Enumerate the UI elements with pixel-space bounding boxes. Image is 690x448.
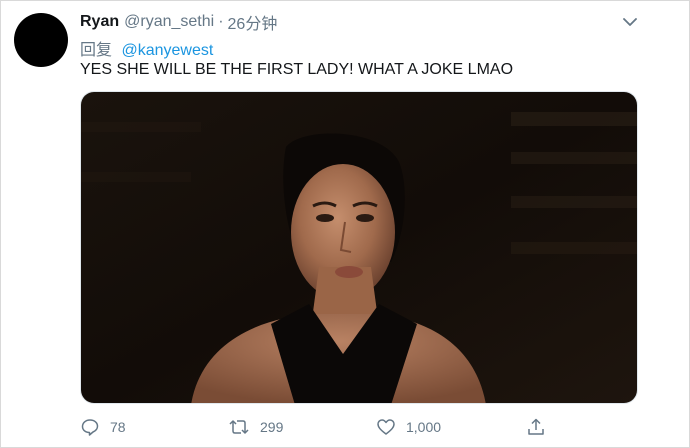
replying-to: 回复 @kanyewest [80, 36, 213, 60]
separator-dot: · [218, 13, 224, 30]
tweet-card: Ryan @ryan_sethi · 26分钟 回复 @kanyewest YE… [0, 0, 690, 448]
share-upload-icon [526, 417, 546, 437]
like-button[interactable]: 1,000 [376, 413, 441, 441]
mention-link[interactable]: @kanyewest [121, 42, 213, 59]
tweet-timestamp[interactable]: 26分钟 [228, 10, 278, 34]
heart-icon [376, 417, 396, 437]
tweet-photo[interactable] [80, 91, 638, 404]
retweet-count: 299 [260, 419, 284, 435]
tweet-header: Ryan @ryan_sethi · 26分钟 [80, 11, 277, 33]
speech-bubble-icon [80, 417, 100, 437]
chevron-down-icon[interactable] [622, 15, 638, 29]
reply-button[interactable]: 78 [80, 413, 126, 441]
tweet-actions: 78 299 1,000 [80, 413, 560, 441]
tweet-text: YES SHE WILL BE THE FIRST LADY! WHAT A J… [80, 61, 514, 78]
author-name[interactable]: Ryan [80, 13, 119, 31]
author-handle[interactable]: @ryan_sethi [124, 13, 214, 31]
avatar[interactable] [14, 13, 68, 67]
retweet-arrows-icon [228, 417, 250, 437]
reply-label: 回复 [80, 42, 113, 59]
reply-count: 78 [110, 419, 126, 435]
share-button[interactable] [526, 413, 546, 441]
retweet-button[interactable]: 299 [228, 413, 283, 441]
like-count: 1,000 [406, 419, 442, 435]
